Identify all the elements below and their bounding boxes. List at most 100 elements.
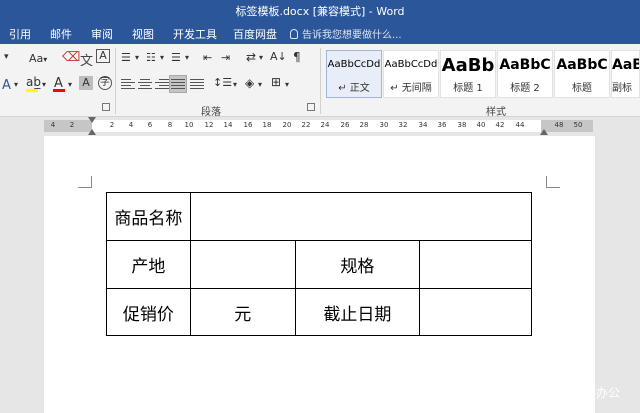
numbering-icon[interactable]: ☷ — [146, 51, 156, 64]
ruler-number: 24 — [320, 121, 330, 129]
paragraph-dialog-launcher[interactable] — [307, 103, 315, 111]
justify-icon — [171, 79, 185, 91]
cell-product-name-label[interactable]: 商品名称 — [106, 192, 191, 241]
char-border-label: A — [99, 49, 107, 62]
style-heading-2[interactable]: AaBbC 标题 2 — [497, 50, 553, 98]
ruler-number: 38 — [457, 121, 467, 129]
tab-review[interactable]: 审阅 — [91, 26, 113, 42]
distributed-icon[interactable] — [190, 79, 204, 91]
tab-view[interactable]: 视图 — [132, 26, 154, 42]
clear-format-icon[interactable]: ⌫ — [62, 50, 80, 65]
ruler-margin-right — [541, 120, 593, 132]
bullets-icon[interactable]: ☰ — [121, 51, 131, 64]
ruler-number: 28 — [359, 121, 369, 129]
tab-references[interactable]: 引用 — [9, 26, 31, 42]
tell-me-box[interactable]: 告诉我您想要做什么... — [290, 26, 402, 41]
tab-baidu-netdisk[interactable]: 百度网盘 — [233, 26, 277, 42]
style-no-spacing[interactable]: AaBbCcDd ↵ 无间隔 — [383, 50, 439, 98]
line-spacing-icon[interactable]: ↕☰ — [213, 76, 232, 89]
chevron-down-icon[interactable]: ▾ — [185, 53, 189, 62]
enclose-char-icon[interactable]: 字 — [98, 76, 112, 90]
style-name: 标题 2 — [510, 83, 540, 94]
chevron-down-icon[interactable]: ▾ — [160, 53, 164, 62]
ruler-number: 22 — [301, 121, 311, 129]
first-line-indent-marker[interactable] — [88, 117, 96, 123]
ruler-number: 18 — [262, 121, 272, 129]
lightbulb-icon — [290, 29, 298, 39]
chevron-down-icon[interactable]: ▾ — [285, 80, 289, 89]
watermark-text: 办公 — [596, 386, 621, 400]
ruler-number: 16 — [243, 121, 253, 129]
phonetic-guide-icon[interactable]: 文 — [80, 50, 93, 69]
styles-group-label: 样式 — [486, 107, 506, 118]
style-sample: AaBbC — [499, 57, 551, 73]
chevron-down-icon[interactable]: ▾ — [233, 80, 237, 89]
cell-spec-value[interactable] — [419, 240, 532, 289]
title-bar: 标签模板.docx [兼容模式] - Word — [0, 0, 640, 22]
style-title[interactable]: AaBbC 标题 — [554, 50, 610, 98]
text-effects-icon[interactable]: A — [2, 78, 11, 93]
ruler-number: 14 — [223, 121, 233, 129]
cell-deadline-label[interactable]: 截止日期 — [294, 288, 421, 336]
shading-icon[interactable]: ◈ — [245, 76, 254, 90]
cell-deadline-value[interactable] — [419, 288, 532, 336]
table-row: 产地 规格 — [106, 240, 532, 289]
font-color-swatch — [53, 89, 65, 92]
char-shading-button[interactable]: A — [79, 76, 93, 90]
change-case-label: Aa — [29, 52, 44, 65]
align-center-icon[interactable] — [138, 79, 152, 91]
char-border-button[interactable]: A — [96, 49, 110, 63]
horizontal-ruler[interactable]: 4 2 2 4 6 8 10 12 14 16 18 20 22 24 26 2… — [0, 117, 640, 135]
align-right-icon[interactable] — [155, 79, 169, 91]
style-subtitle[interactable]: AaBbC 副标 — [611, 50, 640, 98]
ruler-number: 26 — [340, 121, 350, 129]
paragraph-group-label: 段落 — [201, 107, 221, 118]
cell-origin-label[interactable]: 产地 — [106, 240, 191, 289]
decrease-indent-icon[interactable]: ⇤ — [203, 51, 212, 64]
chevron-down-icon[interactable]: ▾ — [14, 80, 18, 89]
chevron-down-icon[interactable]: ▾ — [258, 80, 262, 89]
highlighter-icon[interactable]: ab̲ — [26, 75, 41, 89]
ruler-number: 2 — [69, 121, 75, 129]
align-left-icon[interactable] — [121, 79, 135, 91]
font-dialog-launcher[interactable] — [102, 103, 110, 111]
crop-mark-top-right — [546, 176, 560, 188]
style-sample: AaBb — [441, 55, 495, 76]
cell-spec-label[interactable]: 规格 — [294, 240, 421, 289]
hanging-indent-marker[interactable] — [88, 129, 96, 135]
borders-icon[interactable]: ⊞ — [271, 75, 281, 89]
style-normal[interactable]: AaBbCcDd ↵ 正文 — [326, 50, 382, 98]
style-heading-1[interactable]: AaBb 标题 1 — [440, 50, 496, 98]
tell-me-text: 告诉我您想要做什么... — [302, 30, 402, 41]
chinese-layout-icon[interactable]: ⇄ — [246, 50, 256, 64]
tab-mailings[interactable]: 邮件 — [50, 26, 72, 42]
ruler-number: 6 — [147, 121, 153, 129]
chevron-down-icon[interactable]: ▾ — [135, 53, 139, 62]
cell-product-name-value[interactable] — [189, 192, 533, 241]
style-sample: AaBbCcDd — [384, 59, 438, 70]
chevron-down-icon[interactable]: ▾ — [42, 80, 46, 89]
cell-origin-value[interactable] — [189, 240, 296, 289]
font-size-arrow-icon[interactable]: ▾ — [4, 52, 9, 62]
ruler-number: 40 — [476, 121, 486, 129]
multilevel-list-icon[interactable]: ☰ — [171, 51, 181, 64]
style-name: ↵ 正文 — [338, 83, 370, 94]
ruler-number: 50 — [573, 121, 583, 129]
ribbon: ▾ Aa▾ ⌫ 文 A A ▾ ab̲ ▾ A ▾ A 字 ☰ ▾ ☷ ▾ ☰ … — [0, 44, 640, 118]
label-table[interactable]: 商品名称 产地 规格 促销价 元 截止日期 — [106, 192, 533, 336]
cell-promo-price-label[interactable]: 促销价 — [106, 288, 191, 336]
style-name: 副标 — [612, 83, 632, 94]
change-case-button[interactable]: Aa▾ — [29, 52, 47, 65]
tab-developer[interactable]: 开发工具 — [173, 26, 217, 42]
style-name: ↵ 无间隔 — [390, 83, 432, 94]
chevron-down-icon[interactable]: ▾ — [68, 80, 72, 89]
sort-icon[interactable]: A↓ — [270, 50, 287, 63]
group-separator — [115, 48, 116, 114]
increase-indent-icon[interactable]: ⇥ — [221, 51, 230, 64]
cell-price-unit[interactable]: 元 — [189, 288, 296, 336]
style-sample: AaBbC — [556, 57, 608, 73]
show-marks-icon[interactable]: ¶ — [293, 50, 301, 64]
right-indent-marker[interactable] — [540, 129, 548, 135]
highlight-color-swatch — [26, 89, 38, 92]
chevron-down-icon[interactable]: ▾ — [259, 53, 263, 62]
